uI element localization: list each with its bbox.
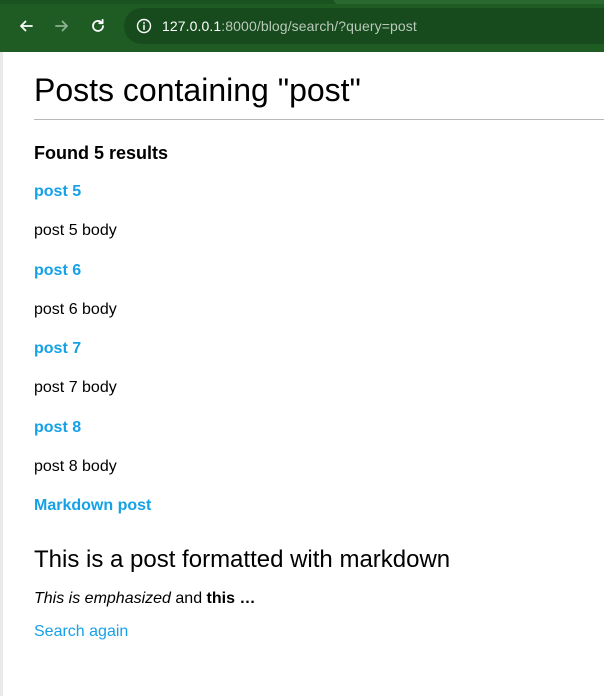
- browser-tab-edge[interactable]: [334, 0, 604, 4]
- excerpt-strong: this …: [206, 590, 256, 607]
- result-body-post-8: post 8 body: [34, 458, 117, 475]
- excerpt-connector: and: [170, 590, 207, 607]
- search-again-link[interactable]: Search again: [34, 623, 128, 641]
- forward-button[interactable]: [50, 14, 74, 38]
- page-title: Posts containing "post": [34, 72, 361, 108]
- markdown-post-excerpt: This is emphasized and this …: [34, 590, 255, 608]
- url-text[interactable]: 127.0.0.1:8000/blog/search/?query=post: [162, 18, 417, 34]
- address-bar[interactable]: 127.0.0.1:8000/blog/search/?query=post: [124, 8, 604, 44]
- reload-icon: [92, 18, 104, 32]
- result-body-post-7: post 7 body: [34, 379, 117, 396]
- site-info-button[interactable]: [134, 16, 154, 36]
- markdown-post-heading: This is a post formatted with markdown: [34, 546, 451, 573]
- result-link-post-6[interactable]: post 6: [34, 262, 81, 280]
- result-link-post-7[interactable]: post 7: [34, 340, 81, 358]
- forward-arrow-icon: [55, 20, 68, 32]
- result-link-markdown-post[interactable]: Markdown post: [34, 497, 151, 515]
- viewport-edge: [0, 52, 3, 696]
- title-divider: [34, 119, 604, 120]
- info-icon: [136, 18, 152, 34]
- browser-toolbar: 127.0.0.1:8000/blog/search/?query=post: [0, 0, 604, 52]
- result-link-post-5[interactable]: post 5: [34, 183, 81, 201]
- back-button[interactable]: [14, 14, 38, 38]
- url-path: :8000/blog/search/?query=post: [221, 18, 417, 34]
- page-viewport: Posts containing "post" Found 5 results …: [0, 52, 604, 696]
- result-link-post-8[interactable]: post 8: [34, 419, 81, 437]
- result-body-post-5: post 5 body: [34, 222, 117, 239]
- url-host: 127.0.0.1: [162, 18, 222, 34]
- results-count: Found 5 results: [34, 143, 169, 163]
- result-body-post-6: post 6 body: [34, 301, 117, 318]
- reload-button[interactable]: [86, 14, 110, 38]
- excerpt-emphasis: This is emphasized: [34, 590, 171, 607]
- back-arrow-icon: [20, 20, 33, 32]
